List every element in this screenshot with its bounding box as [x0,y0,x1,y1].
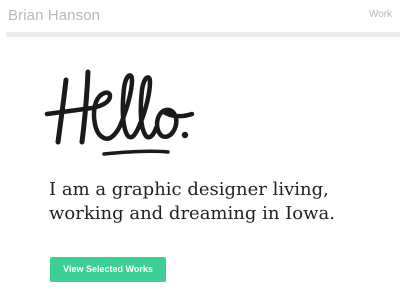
header-divider [6,32,400,37]
hello-lettering [44,62,214,167]
nav-link-work[interactable]: Work [369,9,392,20]
intro-line: working and dreaming in Iowa. [49,203,335,224]
view-selected-works-button[interactable]: View Selected Works [50,257,166,282]
brand-link[interactable]: Brian Hanson [8,7,100,24]
intro-text: I am a graphic designer living, working … [49,178,394,226]
site-header: Brian Hanson Work [0,0,400,37]
intro-line: I am a graphic designer living, [49,179,329,200]
